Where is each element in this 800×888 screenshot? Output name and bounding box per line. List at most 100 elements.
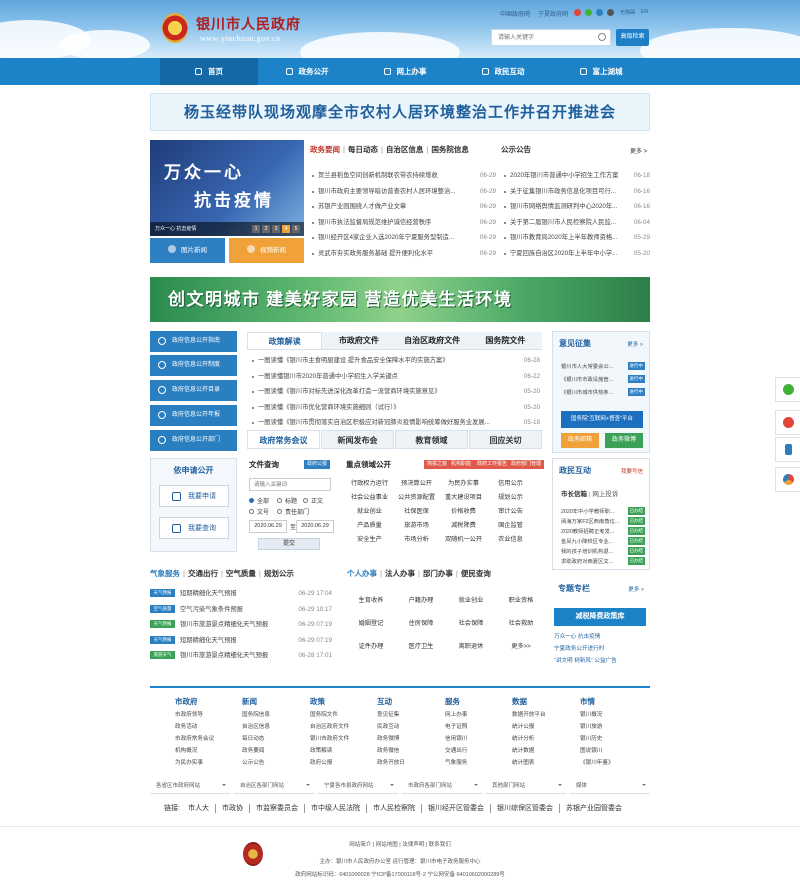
- select-counties[interactable]: 宁夏各市县政府网站: [318, 778, 398, 794]
- list-item[interactable]: 银川经开区4家企业入选2020年宁夏服务型制造... 06-29: [310, 230, 496, 246]
- key-area-link[interactable]: 重大建设项目: [441, 492, 486, 503]
- radio-all[interactable]: 全部: [249, 496, 269, 505]
- select-region-depts[interactable]: 自治区各部门网站: [234, 778, 314, 794]
- notice-title[interactable]: 公示公告: [501, 144, 531, 155]
- float-app-button[interactable]: [775, 467, 800, 492]
- footer-col-head[interactable]: 市政府: [175, 696, 214, 707]
- service-link[interactable]: 职业资格: [497, 595, 545, 606]
- key-tag-briefing[interactable]: 简报之窗: [424, 460, 451, 469]
- tab-executive-meeting[interactable]: 政府常务会议: [247, 430, 320, 449]
- service-link[interactable]: 生育收养: [347, 595, 395, 606]
- accessibility-icon[interactable]: [607, 9, 614, 16]
- footer-link[interactable]: 网上办事: [445, 709, 467, 721]
- list-item[interactable]: 天气预报 短期精细化天气预报 06-29 07:19: [150, 633, 332, 649]
- key-area-link[interactable]: 为民办实事: [441, 478, 486, 489]
- search-icon[interactable]: [598, 33, 606, 41]
- english-link[interactable]: EN: [641, 9, 648, 16]
- special-more-link[interactable]: 更多 >: [628, 585, 644, 593]
- key-area-link[interactable]: 减税降费: [441, 520, 486, 531]
- service-link[interactable]: 社会保障: [447, 618, 495, 629]
- slide-dot[interactable]: 3: [272, 225, 280, 233]
- key-area-link[interactable]: 信用公示: [488, 478, 533, 489]
- footer-link[interactable]: 《银川年鉴》: [580, 757, 614, 769]
- service-link[interactable]: 婚姻登记: [347, 618, 395, 629]
- service-link[interactable]: 证件办理: [347, 641, 395, 652]
- footer-col-head[interactable]: 服务: [445, 696, 467, 707]
- advanced-search-button[interactable]: 高级检索: [616, 29, 649, 46]
- footer-link[interactable]: 政策解读: [310, 745, 349, 757]
- key-area-link[interactable]: 双随机一公开: [441, 534, 486, 545]
- footer-link[interactable]: 自治区信息: [242, 721, 270, 733]
- tab-region[interactable]: 自治区信息: [386, 144, 424, 155]
- service-link[interactable]: 离职退休: [447, 641, 495, 652]
- nav-item-interaction[interactable]: 政民互动: [454, 58, 552, 85]
- special-link[interactable]: 宁夏政务公开进行时: [554, 644, 604, 652]
- footer-link[interactable]: 银川概况: [580, 709, 614, 721]
- footer-link[interactable]: 气象服务: [445, 757, 467, 769]
- tab-personal[interactable]: 个人办事: [347, 568, 377, 579]
- list-item[interactable]: 一图读懂《银川市优化营商环境实施细则（试行）》 05-20: [250, 400, 540, 416]
- service-link[interactable]: 更多>>: [497, 641, 545, 652]
- list-item[interactable]: 天气预报 银川市旅游景点精细化天气预报 06-29 07:19: [150, 617, 332, 633]
- key-area-link[interactable]: 安全生产: [347, 534, 392, 545]
- service-link[interactable]: 医疗卫生: [397, 641, 445, 652]
- apply-button[interactable]: 我要申请: [159, 485, 229, 507]
- footer-link[interactable]: 政务要闻: [242, 745, 270, 757]
- special-link[interactable]: 万众一心 抗击疫情: [554, 632, 600, 640]
- list-item[interactable]: 关于征集银川市政务信息化项目可行... 06-16: [502, 184, 650, 200]
- footer-link[interactable]: 市政府领导: [175, 709, 214, 721]
- radio-dept[interactable]: 责任部门: [277, 507, 309, 516]
- supervision-platform-button[interactable]: 国务院“互联网+督查”平台: [561, 411, 643, 428]
- list-item[interactable]: 银川市执法监督局规范维护诚信经营秩序 06-29: [310, 215, 496, 231]
- tab-education[interactable]: 教育领域: [395, 430, 468, 449]
- friend-link[interactable]: 银川综保区管委会: [491, 804, 560, 813]
- footer-link[interactable]: 国务院文件: [310, 709, 349, 721]
- list-item[interactable]: 2020年中小学教师职... 已办结: [561, 507, 645, 515]
- slide-dot[interactable]: 2: [262, 225, 270, 233]
- key-area-link[interactable]: 社保医保: [394, 506, 439, 517]
- footer-link[interactable]: 意见征集: [377, 709, 405, 721]
- video-news-button[interactable]: 视频新闻: [229, 238, 304, 263]
- tab-convenience[interactable]: 便民查询: [461, 568, 491, 579]
- top-link-ningxia-gov[interactable]: 宁夏政府网: [538, 9, 568, 18]
- friend-link[interactable]: 市监察委员会: [250, 804, 305, 813]
- friend-link[interactable]: 市人大: [182, 804, 216, 813]
- key-area-link[interactable]: 社会公益事业: [347, 492, 392, 503]
- list-item[interactable]: 《银川市城市供热条... 进行中: [561, 388, 645, 396]
- footer-link[interactable]: 市政府常务会议: [175, 733, 214, 745]
- nav-item-home[interactable]: 首页: [160, 58, 258, 85]
- special-link[interactable]: “讲文明 树新风” 公益广告: [554, 656, 617, 664]
- friend-link[interactable]: 市中级人民法院: [305, 804, 367, 813]
- service-link[interactable]: 户籍办理: [397, 595, 445, 606]
- headline-banner[interactable]: 杨玉经带队现场观摩全市农村人居环境整治工作并召开推进会: [150, 93, 650, 131]
- date-to-input[interactable]: 2020.06.29: [296, 520, 334, 533]
- key-area-link[interactable]: 公共资源配置: [394, 492, 439, 503]
- footer-link[interactable]: 图说银川: [580, 745, 614, 757]
- list-item[interactable]: 贺兰县稻鱼空间创新机制联农带农持续增收 06-29: [310, 168, 496, 184]
- key-area-link[interactable]: 审计公告: [488, 506, 533, 517]
- footer-link[interactable]: 政务活动: [175, 721, 214, 733]
- footer-link[interactable]: 机构概况: [175, 745, 214, 757]
- radio-title[interactable]: 标题: [277, 496, 297, 505]
- friend-link[interactable]: 市政协: [216, 804, 250, 813]
- list-item[interactable]: 宁夏回族自治区2020年上半年中小学... 05-20: [502, 246, 650, 262]
- list-item[interactable]: 2020教师招聘正考发... 已办结: [561, 527, 645, 535]
- footer-link[interactable]: 政务微博: [377, 733, 405, 745]
- footer-link[interactable]: 公示公告: [242, 757, 270, 769]
- mobile-icon[interactable]: [596, 9, 603, 16]
- tab-state-docs[interactable]: 国务院文件: [469, 332, 542, 349]
- key-area-link[interactable]: 国企监管: [488, 520, 533, 531]
- radio-doc-no[interactable]: 文号: [249, 507, 269, 516]
- friend-link[interactable]: 银川经开区管委会: [422, 804, 491, 813]
- select-media[interactable]: 媒体: [570, 778, 650, 794]
- weibo-icon[interactable]: [574, 9, 581, 16]
- float-weibo-button[interactable]: [775, 410, 800, 435]
- query-button[interactable]: 我要查询: [159, 517, 229, 539]
- slide-dot-active[interactable]: 4: [282, 225, 290, 233]
- tax-policy-button[interactable]: 减税降费政策库: [554, 608, 646, 626]
- key-tag-functions[interactable]: 机构职能: [448, 460, 475, 469]
- footer-link[interactable]: 自治区政府文件: [310, 721, 349, 733]
- footer-link[interactable]: 银川历史: [580, 733, 614, 745]
- list-item[interactable]: 天气预报 短期精细化天气预报 06-29 17:04: [150, 586, 332, 602]
- friend-link[interactable]: 市人民检察院: [367, 804, 422, 813]
